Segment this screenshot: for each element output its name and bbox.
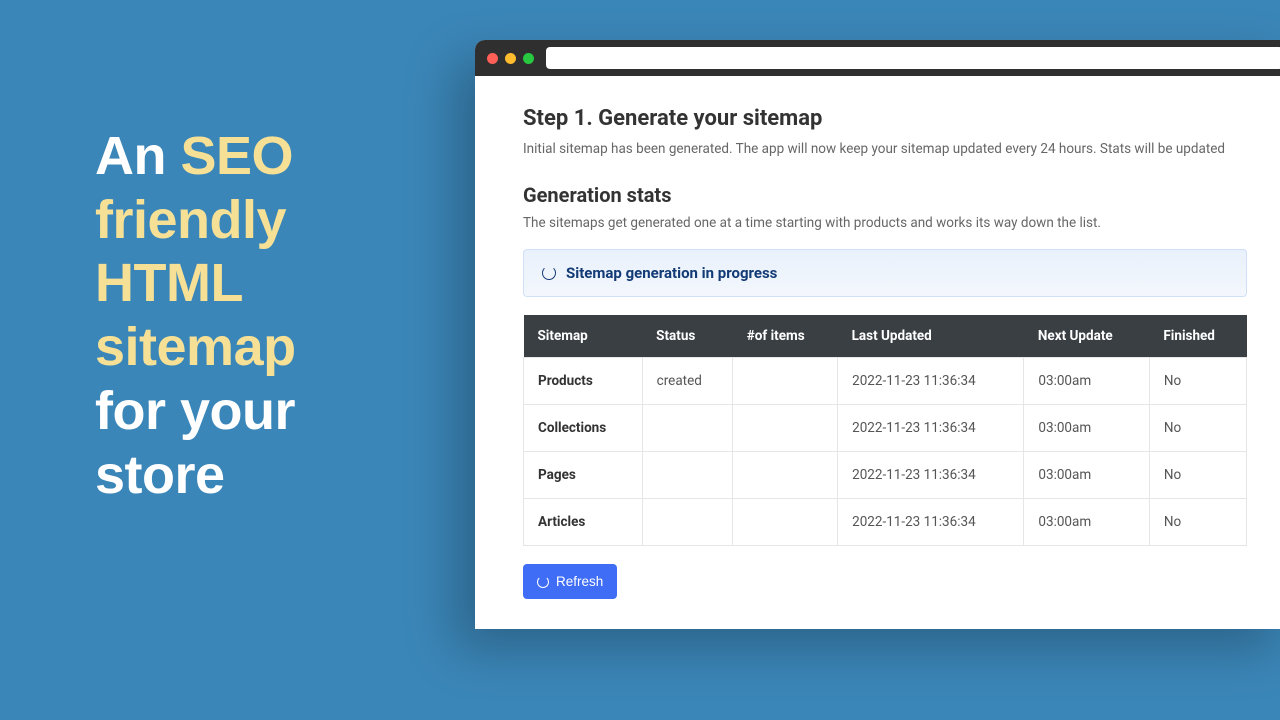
cell-items	[733, 405, 838, 452]
cell-status: created	[642, 358, 733, 405]
page-content: Step 1. Generate your sitemap Initial si…	[475, 76, 1280, 629]
table-row: Articles 2022-11-23 11:36:34 03:00am No	[524, 499, 1247, 546]
hero-word-html: HTML	[95, 252, 296, 316]
col-items: #of items	[733, 315, 838, 358]
window-title-bar	[475, 40, 1280, 76]
cell-last-updated: 2022-11-23 11:36:34	[838, 358, 1024, 405]
table-row: Pages 2022-11-23 11:36:34 03:00am No	[524, 452, 1247, 499]
cell-status	[642, 499, 733, 546]
cell-last-updated: 2022-11-23 11:36:34	[838, 405, 1024, 452]
hero-word-friendly: friendly	[95, 189, 296, 253]
maximize-icon[interactable]	[523, 53, 534, 64]
cell-finished: No	[1149, 499, 1246, 546]
cell-status	[642, 405, 733, 452]
col-last-updated: Last Updated	[838, 315, 1024, 358]
table-row: Products created 2022-11-23 11:36:34 03:…	[524, 358, 1247, 405]
step-description: Initial sitemap has been generated. The …	[523, 141, 1247, 157]
close-icon[interactable]	[487, 53, 498, 64]
cell-last-updated: 2022-11-23 11:36:34	[838, 452, 1024, 499]
cell-status	[642, 452, 733, 499]
refresh-label: Refresh	[556, 574, 603, 589]
cell-items	[733, 499, 838, 546]
hero-word-for-your: for your	[95, 380, 296, 444]
minimize-icon[interactable]	[505, 53, 516, 64]
cell-name: Articles	[524, 499, 643, 546]
cell-items	[733, 452, 838, 499]
cell-finished: No	[1149, 405, 1246, 452]
cell-name: Pages	[524, 452, 643, 499]
hero-word-seo: SEO	[181, 126, 294, 186]
browser-window: Step 1. Generate your sitemap Initial si…	[475, 40, 1280, 629]
hero-word-store: store	[95, 444, 296, 508]
cell-name: Products	[524, 358, 643, 405]
col-sitemap: Sitemap	[524, 315, 643, 358]
cell-finished: No	[1149, 452, 1246, 499]
cell-name: Collections	[524, 405, 643, 452]
cell-next-update: 03:00am	[1024, 452, 1150, 499]
hero-word-sitemap: sitemap	[95, 316, 296, 380]
col-status: Status	[642, 315, 733, 358]
section-title: Generation stats	[523, 183, 1247, 207]
refresh-button[interactable]: Refresh	[523, 564, 617, 599]
table-row: Collections 2022-11-23 11:36:34 03:00am …	[524, 405, 1247, 452]
section-description: The sitemaps get generated one at a time…	[523, 215, 1247, 231]
window-controls	[487, 53, 534, 64]
cell-finished: No	[1149, 358, 1246, 405]
cell-next-update: 03:00am	[1024, 405, 1150, 452]
hero-headline: An SEO friendly HTML sitemap for your st…	[95, 125, 296, 507]
refresh-icon	[537, 576, 549, 588]
cell-last-updated: 2022-11-23 11:36:34	[838, 499, 1024, 546]
step-title: Step 1. Generate your sitemap	[523, 106, 1247, 131]
spinner-icon	[542, 266, 556, 280]
url-bar[interactable]	[546, 47, 1280, 69]
stats-table: Sitemap Status #of items Last Updated Ne…	[523, 315, 1247, 546]
col-finished: Finished	[1149, 315, 1246, 358]
col-next-update: Next Update	[1024, 315, 1150, 358]
cell-next-update: 03:00am	[1024, 499, 1150, 546]
cell-next-update: 03:00am	[1024, 358, 1150, 405]
progress-label: Sitemap generation in progress	[566, 264, 777, 282]
progress-banner: Sitemap generation in progress	[523, 249, 1247, 297]
hero-word-an: An	[95, 126, 181, 186]
cell-items	[733, 358, 838, 405]
